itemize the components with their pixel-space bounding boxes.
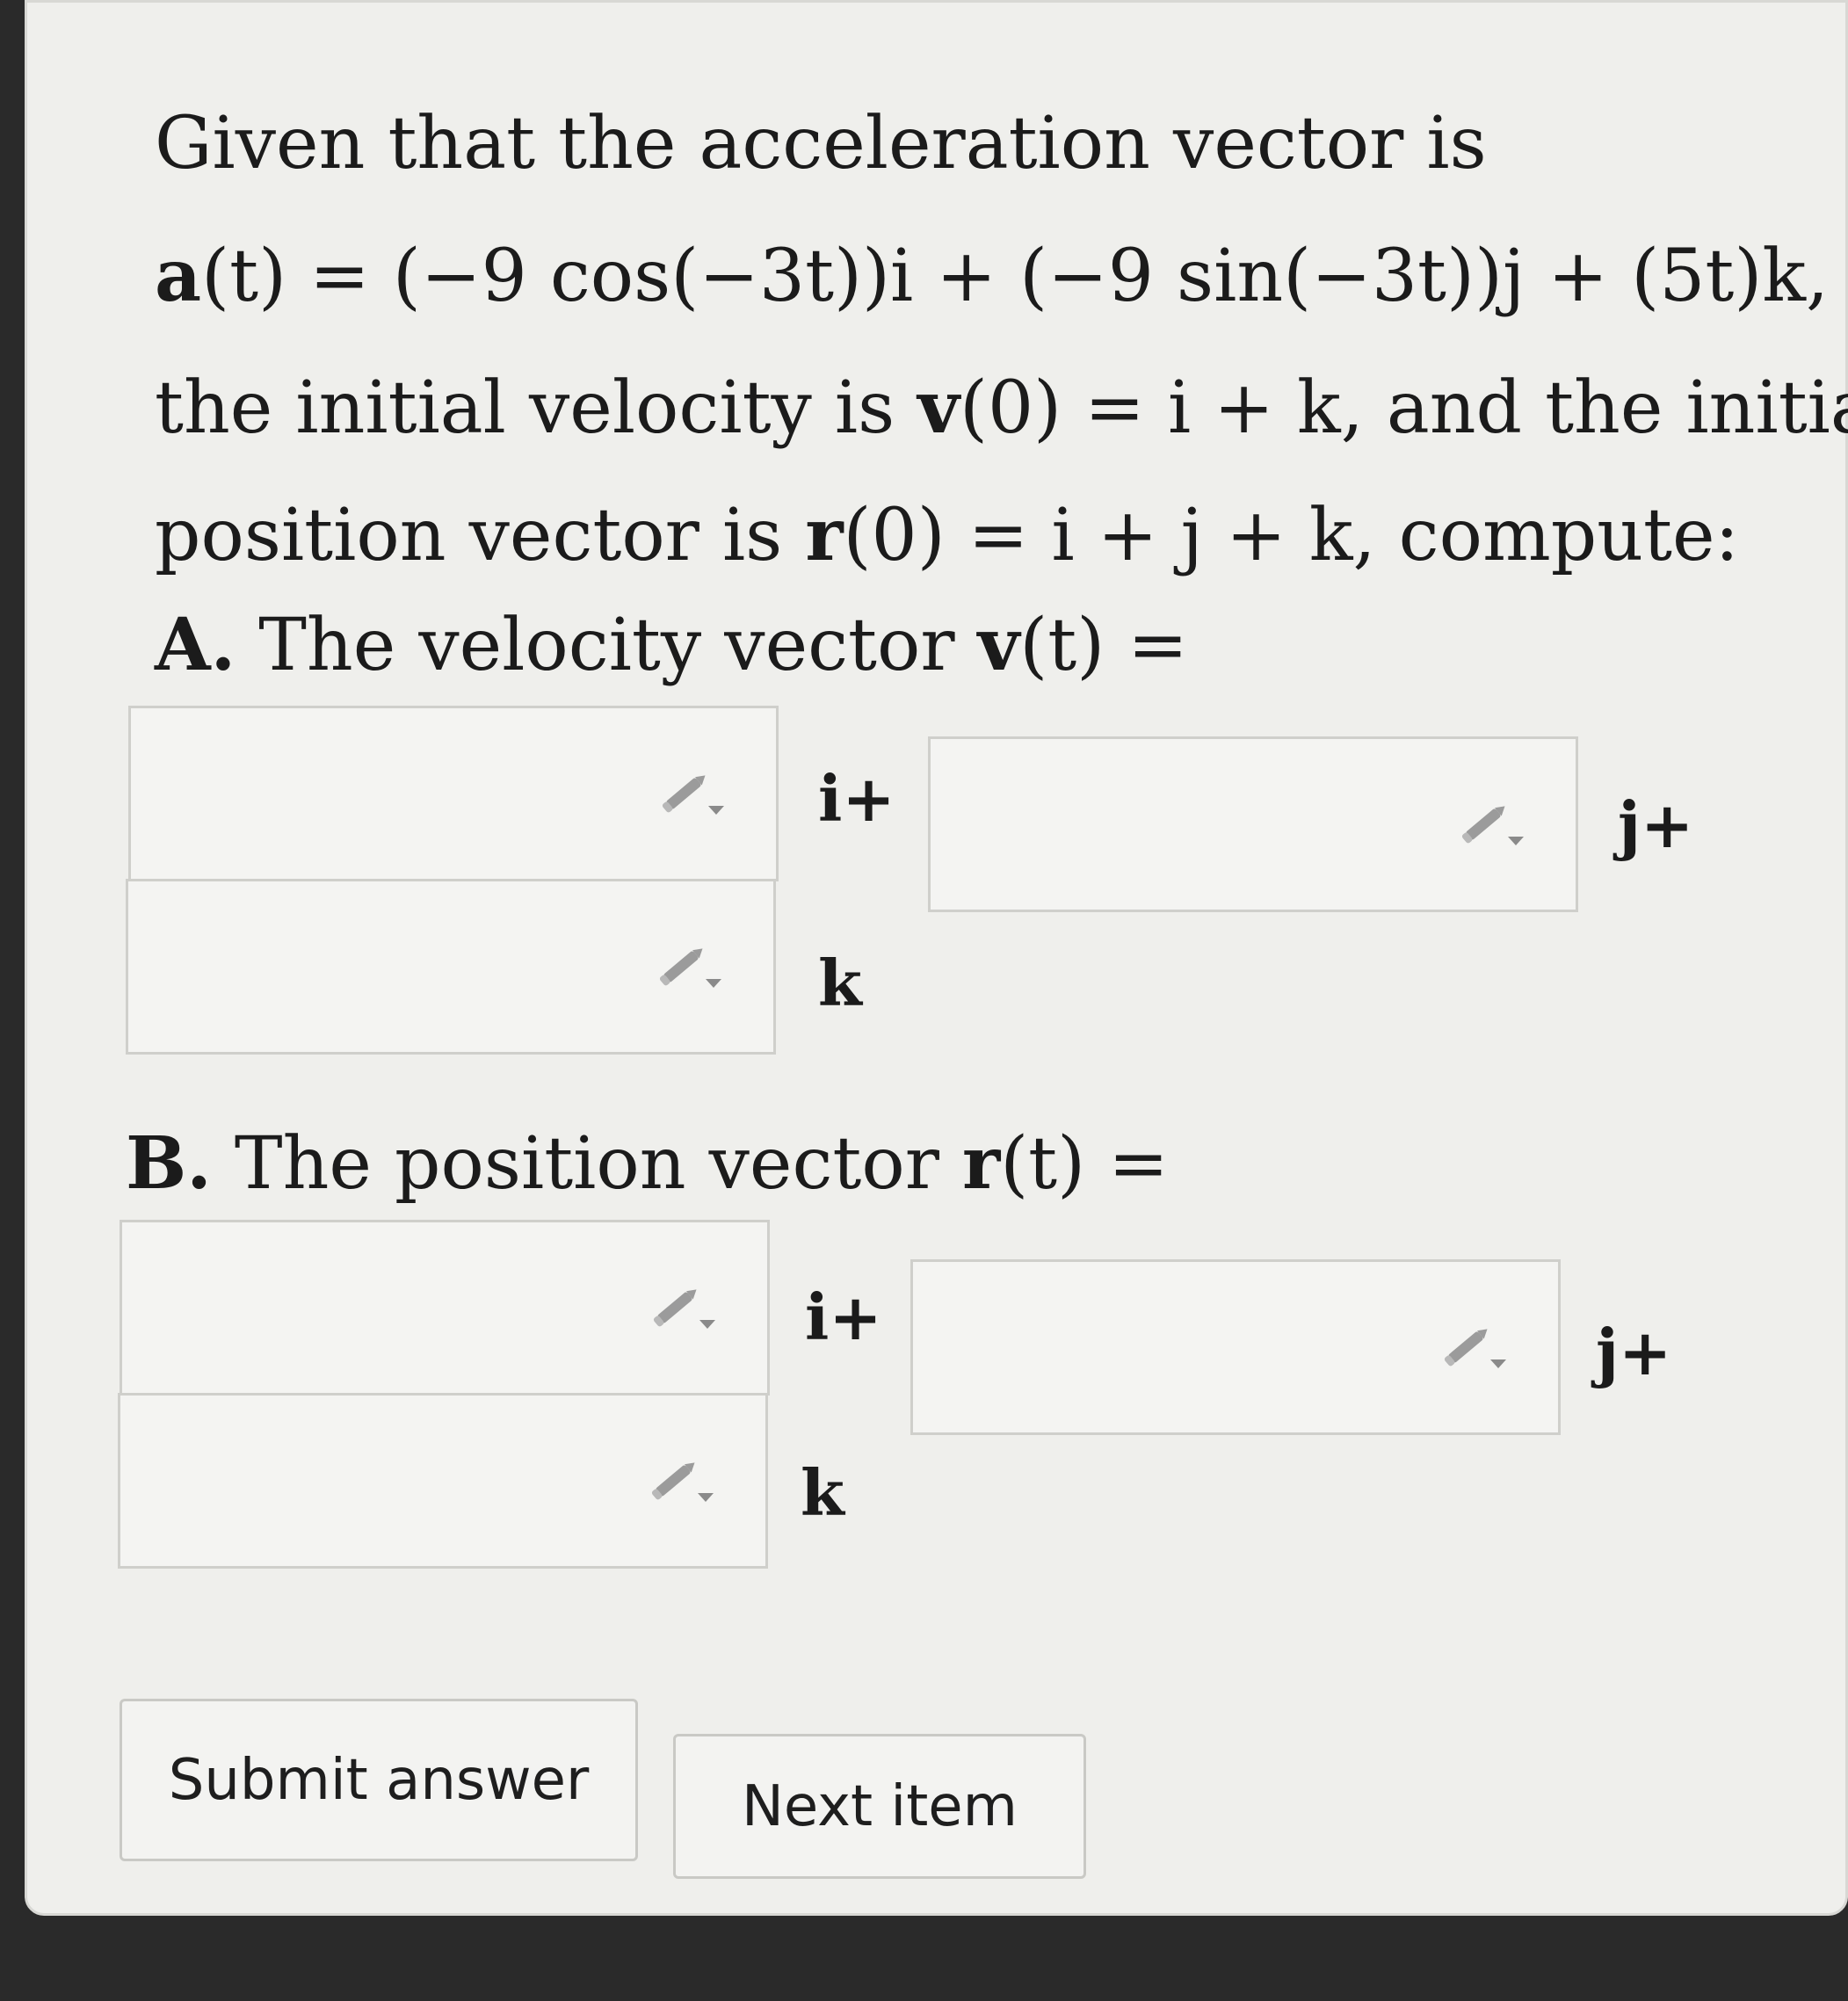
- acceleration-equation: a(t) = (−9 cos(−3t))i + (−9 sin(−3t))j +…: [155, 240, 1829, 313]
- initial-position-rest: (0) = i + j + k, compute:: [843, 494, 1740, 577]
- part-a-letter: A.: [155, 603, 236, 687]
- part-b-letter: B.: [126, 1121, 212, 1206]
- part-b-text: The position vector: [211, 1122, 962, 1206]
- position-k-field[interactable]: [118, 1393, 768, 1569]
- part-a-rest: (t) =: [1019, 604, 1189, 687]
- position-j-field[interactable]: [910, 1259, 1561, 1435]
- initial-velocity-prefix: the initial velocity is: [155, 366, 918, 450]
- pencil-dropdown-icon[interactable]: [657, 767, 728, 820]
- part-a-heading: A. The velocity vector v(t) =: [155, 609, 1188, 682]
- velocity-i-unit: i+: [818, 761, 895, 836]
- velocity-k-field[interactable]: [126, 879, 776, 1055]
- initial-position-line: position vector is r(0) = i + j + k, com…: [155, 499, 1739, 572]
- pencil-dropdown-icon[interactable]: [649, 1281, 719, 1334]
- velocity-j-field[interactable]: [928, 736, 1578, 912]
- part-a-vector-symbol: v: [977, 603, 1020, 687]
- initial-velocity-line: the initial velocity is v(0) = i + k, an…: [155, 372, 1848, 445]
- position-i-unit: i+: [805, 1280, 882, 1354]
- part-b-rest: (t) =: [1000, 1122, 1169, 1206]
- question-intro: Given that the acceleration vector is: [155, 102, 1487, 185]
- part-a-text: The velocity vector: [236, 604, 978, 687]
- part-b-heading: B. The position vector r(t) =: [126, 1127, 1169, 1200]
- velocity-k-unit: k: [818, 946, 862, 1020]
- position-j-unit: j+: [1596, 1315, 1672, 1389]
- pencil-dropdown-icon[interactable]: [655, 940, 725, 993]
- pencil-dropdown-icon[interactable]: [1457, 798, 1527, 851]
- initial-velocity-rest: (0) = i + k, and the initial: [959, 366, 1848, 450]
- submit-answer-button[interactable]: Submit answer: [120, 1699, 638, 1861]
- position-k-unit: k: [801, 1455, 844, 1530]
- velocity-j-unit: j+: [1618, 787, 1694, 862]
- velocity-symbol: v: [917, 366, 960, 450]
- acceleration-symbol: a: [155, 234, 202, 318]
- part-b-vector-symbol: r: [961, 1121, 1001, 1206]
- next-item-button[interactable]: Next item: [673, 1734, 1086, 1879]
- velocity-i-field[interactable]: [128, 706, 779, 881]
- acceleration-expression: (t) = (−9 cos(−3t))i + (−9 sin(−3t))j + …: [201, 235, 1830, 318]
- position-symbol: r: [805, 493, 844, 577]
- pencil-dropdown-icon[interactable]: [647, 1454, 717, 1507]
- position-i-field[interactable]: [120, 1220, 770, 1396]
- initial-position-prefix: position vector is: [155, 494, 806, 577]
- question-card: Given that the acceleration vector is a(…: [25, 0, 1848, 1916]
- pencil-dropdown-icon[interactable]: [1439, 1321, 1510, 1374]
